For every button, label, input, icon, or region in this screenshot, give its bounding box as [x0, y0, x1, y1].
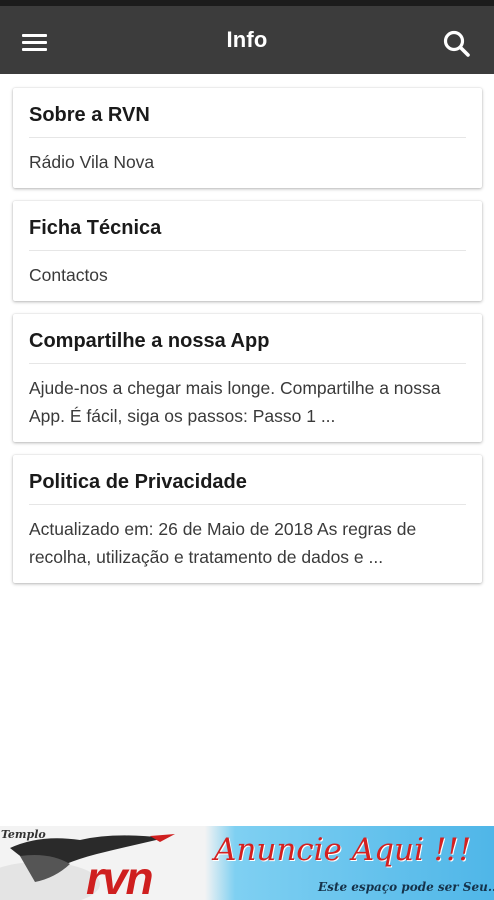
ad-headline: Anuncie Aqui !!!	[214, 832, 472, 868]
card-title: Ficha Técnica	[29, 201, 466, 251]
info-card-ficha-tecnica[interactable]: Ficha Técnica Contactos	[13, 201, 482, 301]
info-card-sobre[interactable]: Sobre a RVN Rádio Vila Nova	[13, 88, 482, 188]
card-title: Sobre a RVN	[29, 88, 466, 138]
info-list: Sobre a RVN Rádio Vila Nova Ficha Técnic…	[13, 88, 482, 596]
card-body: Contactos	[29, 265, 108, 285]
hamburger-menu-icon[interactable]	[16, 26, 56, 56]
ad-tag-text: Templo	[1, 828, 46, 841]
ad-subline: Este espaço pode ser Seu...	[318, 880, 494, 894]
card-body: Rádio Vila Nova	[29, 152, 155, 172]
page-title: Info	[226, 27, 268, 52]
ad-banner[interactable]: Templo rvn Anuncie Aqui !!! Este espaço …	[0, 826, 494, 900]
app-bar: Info	[0, 6, 494, 74]
card-body: Ajude-nos a chegar mais longe. Compartil…	[29, 378, 441, 426]
card-body: Actualizado em: 26 de Maio de 2018 As re…	[29, 519, 417, 567]
card-title: Politica de Privacidade	[29, 455, 466, 505]
info-card-privacidade[interactable]: Politica de Privacidade Actualizado em: …	[13, 455, 482, 583]
search-icon[interactable]	[440, 27, 474, 61]
card-title: Compartilhe a nossa App	[29, 314, 466, 364]
rvn-logo: rvn	[86, 852, 154, 900]
info-card-compartilhe[interactable]: Compartilhe a nossa App Ajude-nos a cheg…	[13, 314, 482, 442]
